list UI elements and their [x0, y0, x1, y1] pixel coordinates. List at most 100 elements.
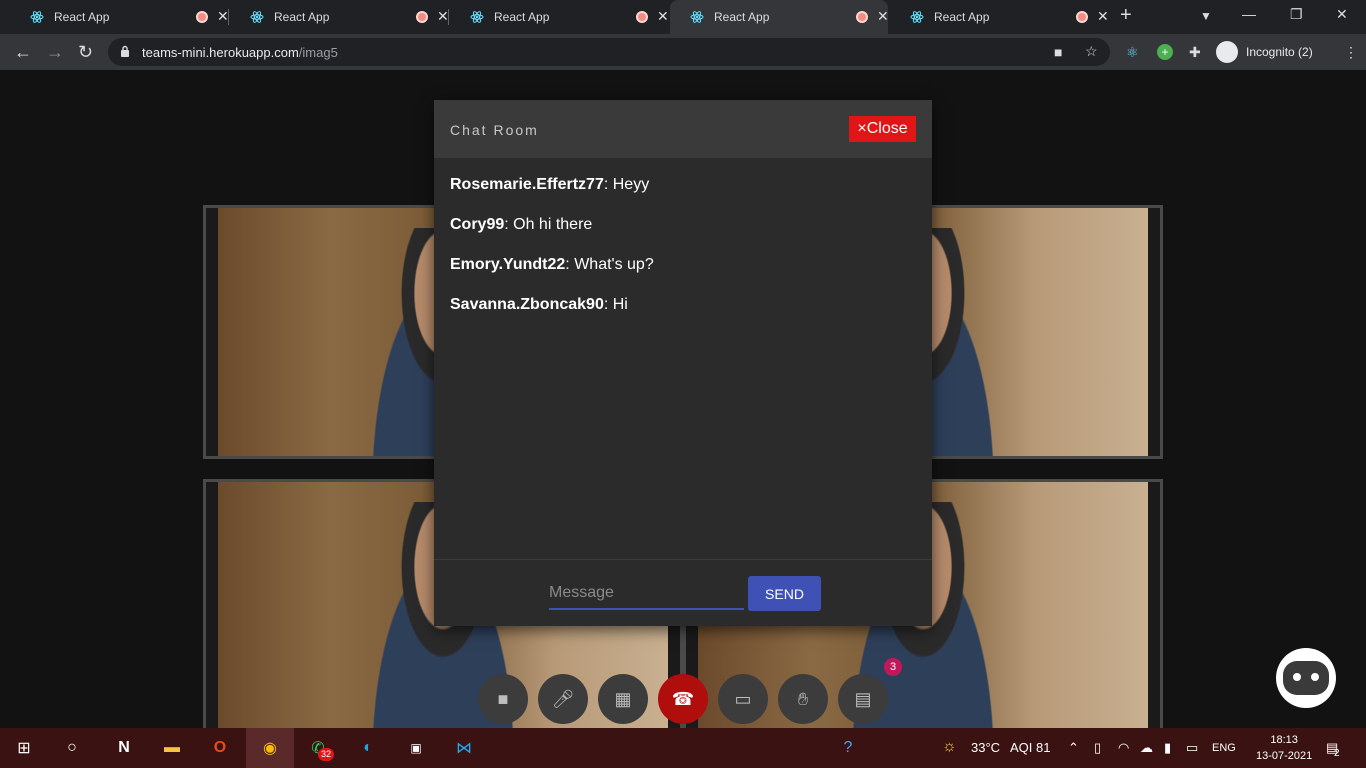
chat-message: Rosemarie.Effertz77: Heyy [450, 176, 916, 216]
help-icon[interactable]: ? [824, 728, 872, 768]
extension-plus-icon[interactable]: + [1157, 44, 1173, 60]
mic-tray-icon[interactable]: ▮ [1164, 740, 1171, 756]
office-icon[interactable]: O [196, 728, 244, 768]
camera-in-use-icon[interactable]: ■ [1054, 44, 1062, 60]
react-icon [470, 11, 484, 23]
minimize-icon[interactable]: — [1242, 6, 1256, 22]
start-windows-icon[interactable]: ⊞ [0, 728, 48, 768]
close-tab-icon[interactable]: ✕ [1097, 8, 1109, 25]
file-explorer-icon[interactable]: ▬ [148, 728, 196, 768]
raise-hand-button[interactable]: ✋︎ [778, 674, 828, 724]
browser-menu-icon[interactable]: ⋮ [1344, 44, 1358, 61]
notion-icon[interactable]: N [100, 728, 148, 768]
tab-title: React App [274, 10, 330, 24]
address-bar-row: ← → ↻ teams-mini.herokuapp.com/imag5 ■ ☆… [0, 34, 1366, 70]
close-tab-icon[interactable]: ✕ [437, 8, 449, 25]
message-text: : Hi [603, 296, 628, 313]
close-tab-icon[interactable]: ✕ [217, 8, 229, 25]
hand-icon: ✋︎ [797, 688, 809, 709]
tab-title: React App [494, 10, 550, 24]
recording-icon [416, 11, 428, 23]
browser-tab[interactable]: React App ✕ [450, 0, 669, 34]
react-icon [30, 11, 44, 23]
send-button[interactable]: SEND [748, 576, 821, 611]
tab-search-icon[interactable]: ▼ [1200, 9, 1212, 23]
react-icon [910, 11, 924, 23]
effects-button[interactable]: ▦ [598, 674, 648, 724]
message-author: Cory99 [450, 216, 505, 233]
close-tab-icon[interactable]: ✕ [877, 8, 889, 25]
message-text: : What's up? [565, 256, 654, 273]
chat-composer: SEND [434, 559, 932, 626]
wifi-icon[interactable]: ◠ [1118, 740, 1129, 756]
chat-room-dialog: Chat Room ×Close Rosemarie.Effertz77: He… [434, 100, 932, 626]
chat-message: Emory.Yundt22: What's up? [450, 256, 916, 296]
movie-filter-icon: ▦ [614, 688, 632, 709]
browser-tab-active[interactable]: React App ✕ [670, 0, 889, 34]
omnibox[interactable]: teams-mini.herokuapp.com/imag5 ■ ☆ [108, 38, 1110, 66]
bookmark-star-icon[interactable]: ☆ [1085, 43, 1098, 60]
vscode-icon[interactable]: ⋈ [440, 728, 488, 768]
chat-button[interactable]: ▤ [838, 674, 888, 724]
extensions-puzzle-icon[interactable]: ✚ [1189, 44, 1201, 61]
aqi-text[interactable]: AQI 81 [1010, 740, 1050, 755]
system-clock[interactable]: 18:13 13-07-2021 [1256, 732, 1312, 764]
reload-icon[interactable]: ↻ [78, 42, 93, 63]
react-icon [690, 11, 704, 23]
react-devtools-icon[interactable]: ⚛ [1126, 44, 1139, 61]
chrome-icon[interactable]: ◉ [246, 728, 294, 768]
notification-count: 2 [1334, 748, 1340, 759]
recording-icon [856, 11, 868, 23]
close-chat-button[interactable]: ×Close [849, 116, 916, 142]
microphone-icon: 🎤︎ [551, 688, 575, 709]
url-text: teams-mini.herokuapp.com/imag5 [142, 45, 338, 60]
message-input[interactable] [549, 578, 744, 610]
chat-icon: ▤ [854, 688, 872, 709]
language-indicator[interactable]: ENG [1212, 742, 1236, 754]
video-toggle-button[interactable]: ■ [478, 674, 528, 724]
chat-unread-badge: 3 [884, 658, 902, 676]
clock-time: 18:13 [1270, 734, 1298, 746]
tray-app-icon[interactable]: ▯ [1094, 740, 1101, 756]
react-icon [250, 11, 264, 23]
whatsapp-icon[interactable]: ✆ [294, 728, 342, 768]
onedrive-cloud-icon[interactable]: ☁ [1140, 740, 1153, 756]
browser-tab[interactable]: React App ✕ [890, 0, 1109, 34]
new-tab-icon[interactable]: + [1120, 4, 1132, 27]
browser-tab[interactable]: React App ✕ [230, 0, 449, 34]
tab-title: React App [54, 10, 110, 24]
back-icon[interactable]: ← [14, 42, 32, 63]
lock-icon [121, 45, 129, 57]
mic-toggle-button[interactable]: 🎤︎ [538, 674, 588, 724]
whatsapp-unread-badge: 32 [318, 748, 335, 761]
close-tab-icon[interactable]: ✕ [657, 8, 669, 25]
incognito-profile-button[interactable]: Incognito (2) [1216, 40, 1313, 64]
stop-screen-share-icon: ▭ [734, 688, 752, 709]
message-author: Rosemarie.Effertz77 [450, 176, 604, 193]
bot-icon [1283, 661, 1329, 695]
video-camera-icon: ■ [497, 688, 509, 709]
recording-icon [636, 11, 648, 23]
recording-icon [1076, 11, 1088, 23]
edge-icon[interactable]: ◐ [344, 728, 392, 768]
end-call-button[interactable]: ☎ [658, 674, 708, 724]
search-circle-icon[interactable]: ○ [48, 728, 96, 768]
tray-chevron-icon[interactable]: ⌃ [1068, 740, 1079, 756]
screen-share-button[interactable]: ▭ [718, 674, 768, 724]
tab-title: React App [714, 10, 770, 24]
weather-temp[interactable]: 33°C [971, 740, 1000, 755]
battery-icon[interactable]: ▭ [1186, 740, 1198, 756]
chat-title: Chat Room [450, 122, 539, 138]
clock-date: 13-07-2021 [1256, 750, 1313, 762]
incognito-label: Incognito (2) [1246, 45, 1313, 59]
close-window-icon[interactable]: ✕ [1336, 6, 1348, 23]
tab-divider [228, 9, 229, 25]
recording-icon [196, 11, 208, 23]
terminal-icon[interactable]: ▣ [392, 728, 440, 768]
restore-icon[interactable]: ❐ [1290, 6, 1303, 23]
browser-tab[interactable]: React App ✕ [10, 0, 229, 34]
forward-icon[interactable]: → [46, 42, 64, 63]
incognito-icon [1216, 41, 1238, 63]
chat-header: Chat Room ×Close [434, 100, 932, 158]
chatbot-button[interactable] [1276, 648, 1336, 708]
